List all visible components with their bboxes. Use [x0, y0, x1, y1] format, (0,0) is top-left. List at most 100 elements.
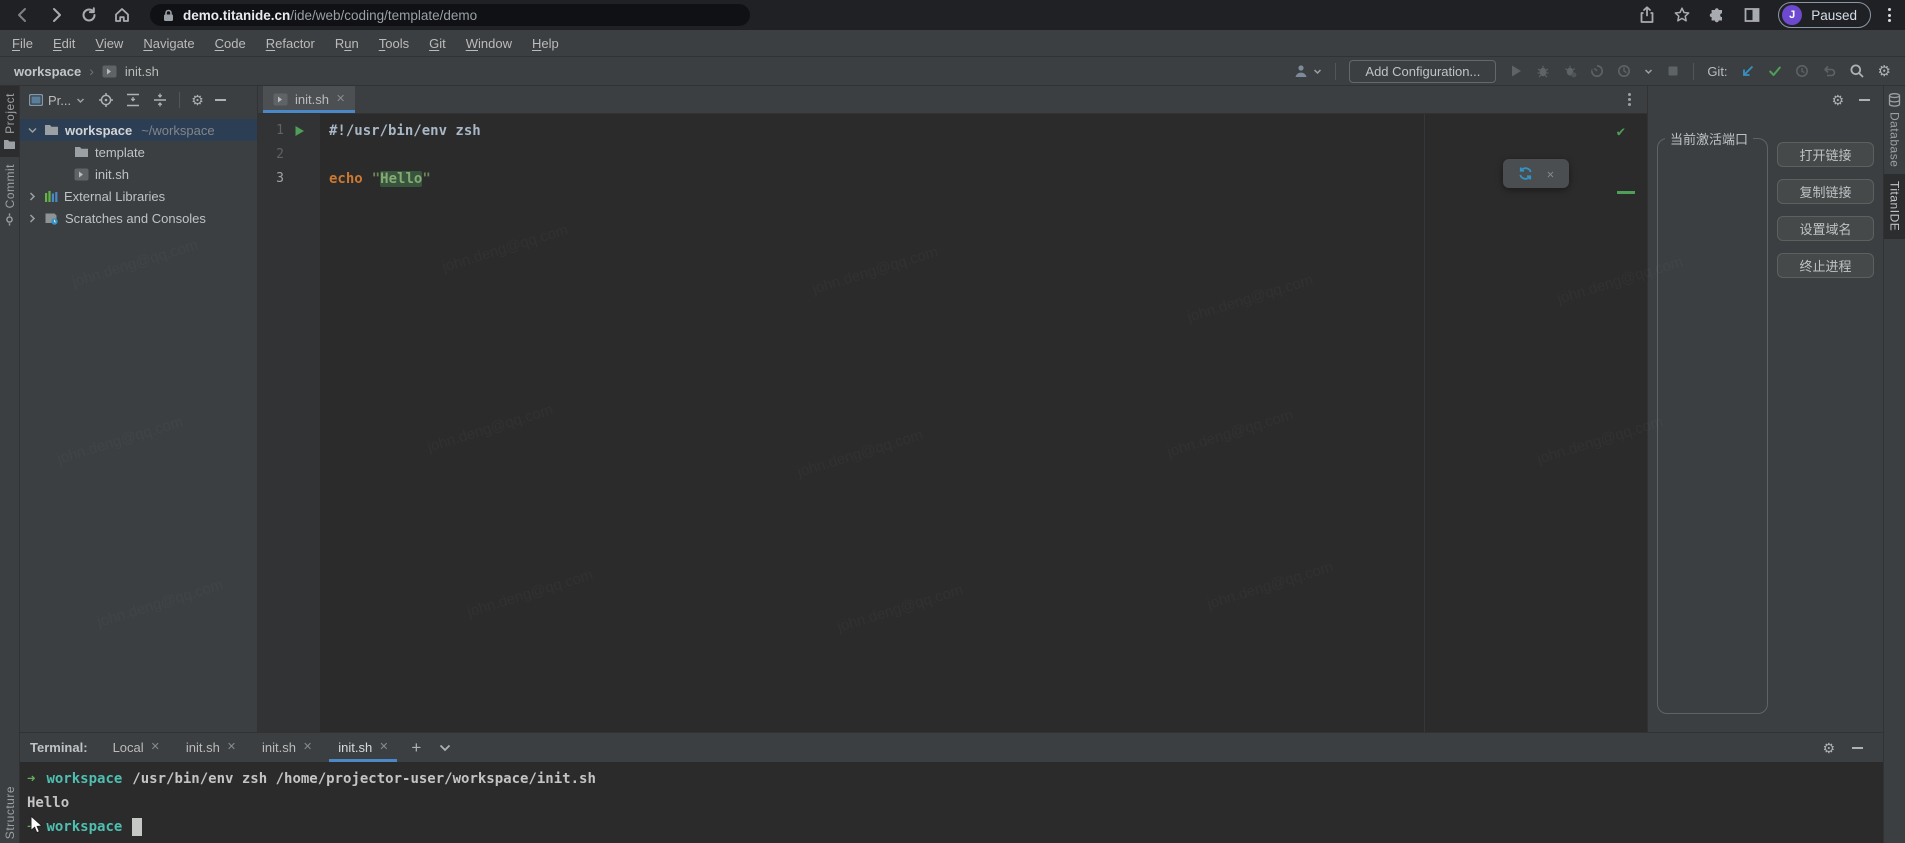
inspections-ok-check-icon[interactable]: ✔: [1617, 120, 1625, 144]
git-commit-check-icon[interactable]: [1768, 64, 1782, 78]
terminal-gear-icon[interactable]: ⚙: [1822, 741, 1835, 755]
project-panel-gear-icon[interactable]: ⚙: [191, 93, 204, 107]
menu-refactor[interactable]: Refactor: [256, 36, 325, 51]
sync-refresh-icon[interactable]: [1518, 166, 1533, 181]
terminal-output[interactable]: ➜ workspace /usr/bin/env zsh /home/proje…: [20, 762, 1883, 843]
chevron-down-icon[interactable]: [27, 125, 38, 136]
tree-row-workspace[interactable]: workspace ~/workspace: [20, 119, 257, 141]
close-tab-icon[interactable]: ✕: [303, 742, 312, 753]
run-icon[interactable]: [1509, 64, 1523, 78]
run-script-play-icon[interactable]: [294, 125, 305, 137]
tree-label: Scratches and Consoles: [65, 211, 206, 226]
set-domain-button[interactable]: 设置域名: [1777, 216, 1874, 241]
breadcrumb: workspace › init.sh: [14, 63, 159, 79]
editor-options-kebab-icon[interactable]: [1628, 93, 1631, 106]
tree-row-external-libraries[interactable]: External Libraries: [20, 185, 257, 207]
close-tab-icon[interactable]: ✕: [151, 742, 160, 753]
expand-collapse-icon[interactable]: [125, 92, 141, 108]
stripe-tab-project[interactable]: Project: [0, 86, 19, 157]
menu-git[interactable]: Git: [419, 36, 456, 51]
terminal-tab-init-sh-3[interactable]: init.sh ✕: [325, 733, 401, 762]
open-link-button[interactable]: 打开链接: [1777, 142, 1874, 167]
terminal-tab-init-sh-2[interactable]: init.sh ✕: [249, 733, 325, 762]
git-update-icon[interactable]: [1741, 64, 1755, 78]
sidebar-icon[interactable]: [1743, 6, 1761, 24]
tree-label: workspace: [65, 123, 132, 138]
close-tab-icon[interactable]: ✕: [227, 742, 236, 753]
close-tab-icon[interactable]: ✕: [336, 94, 345, 105]
search-icon[interactable]: [1849, 63, 1865, 79]
code-content[interactable]: #!/usr/bin/env zsh echo"Hello": [320, 114, 481, 732]
menu-help[interactable]: Help: [522, 36, 569, 51]
menu-edit[interactable]: Edit: [43, 36, 85, 51]
project-view-icon: [29, 94, 43, 106]
project-folder-icon: [3, 139, 16, 150]
profiler-icon[interactable]: [1590, 64, 1604, 78]
terminal-tab-local[interactable]: Local ✕: [100, 733, 173, 762]
shell-file-icon: [102, 65, 117, 78]
rollback-icon[interactable]: [1822, 64, 1836, 78]
stop-icon[interactable]: [1666, 64, 1680, 78]
stripe-tab-database[interactable]: Database: [1884, 86, 1905, 174]
stripe-tab-commit[interactable]: Commit: [0, 157, 19, 233]
menu-navigate[interactable]: Navigate: [133, 36, 204, 51]
menu-code[interactable]: Code: [205, 36, 256, 51]
home-icon[interactable]: [113, 6, 131, 24]
browser-menu-icon[interactable]: [1888, 8, 1891, 22]
project-panel: Pr... ⚙: [20, 86, 258, 732]
stripe-tab-structure[interactable]: Structure: [0, 779, 19, 843]
menu-window[interactable]: Window: [456, 36, 522, 51]
kill-process-button[interactable]: 终止进程: [1777, 253, 1874, 278]
extensions-puzzle-icon[interactable]: [1708, 6, 1726, 24]
share-icon[interactable]: [1638, 6, 1656, 24]
browser-profile-pill[interactable]: J Paused: [1778, 2, 1871, 28]
terminal-tabs-dropdown-icon[interactable]: [431, 733, 459, 762]
hide-ports-panel-icon[interactable]: [1859, 99, 1870, 101]
menu-tools[interactable]: Tools: [369, 36, 419, 51]
ports-panel-gear-icon[interactable]: ⚙: [1831, 93, 1844, 107]
forward-icon[interactable]: [47, 6, 65, 24]
breadcrumb-file[interactable]: init.sh: [125, 64, 159, 79]
dismiss-popup-icon[interactable]: ✕: [1547, 162, 1554, 186]
new-terminal-tab-icon[interactable]: +: [401, 733, 431, 762]
run-options-chevron-icon[interactable]: [1644, 67, 1653, 76]
database-icon: [1888, 93, 1901, 107]
collapse-all-icon[interactable]: [152, 92, 168, 108]
reload-icon[interactable]: [80, 6, 98, 24]
add-configuration-button[interactable]: Add Configuration...: [1349, 60, 1496, 83]
close-tab-icon[interactable]: ✕: [379, 742, 388, 753]
tree-row-template[interactable]: template: [20, 141, 257, 163]
chevron-right-icon[interactable]: [27, 191, 38, 202]
history-clock-icon[interactable]: [1795, 64, 1809, 78]
hide-panel-icon[interactable]: [215, 99, 226, 101]
ports-panel-content: 当前激活端口 打开链接 复制链接 设置域名 终止进程: [1648, 114, 1883, 732]
hide-terminal-icon[interactable]: [1852, 747, 1863, 749]
run-line-gutter[interactable]: [284, 125, 314, 137]
coverage-icon[interactable]: [1563, 64, 1577, 78]
active-ports-label: 当前激活端口: [1665, 129, 1753, 148]
editor-tab-init-sh[interactable]: init.sh ✕: [263, 86, 355, 113]
bookmark-star-icon[interactable]: [1673, 6, 1691, 24]
string-quote: ": [372, 171, 380, 187]
editor-body[interactable]: 1 2 3 #!/usr/bin/env zsh: [258, 114, 1647, 732]
terminal-tab-label: init.sh: [262, 740, 296, 755]
browser-actions: J Paused: [1638, 2, 1891, 28]
back-icon[interactable]: [14, 6, 32, 24]
copy-link-button[interactable]: 复制链接: [1777, 179, 1874, 204]
settings-gear-icon[interactable]: ⚙: [1878, 64, 1891, 79]
menu-view[interactable]: View: [85, 36, 133, 51]
menu-file[interactable]: File: [2, 36, 43, 51]
terminal-tab-init-sh-1[interactable]: init.sh ✕: [173, 733, 249, 762]
address-bar[interactable]: demo.titanide.cn/ide/web/coding/template…: [150, 4, 750, 26]
tree-row-init-sh[interactable]: init.sh: [20, 163, 257, 185]
debug-bug-icon[interactable]: [1536, 64, 1550, 78]
breadcrumb-root[interactable]: workspace: [14, 64, 81, 79]
locate-file-icon[interactable]: [98, 92, 114, 108]
profiler-alt-icon[interactable]: [1617, 64, 1631, 78]
menu-run[interactable]: Run: [325, 36, 369, 51]
project-users-dropdown[interactable]: [1293, 63, 1322, 79]
tree-row-scratches[interactable]: Scratches and Consoles: [20, 207, 257, 229]
chevron-right-icon[interactable]: [27, 213, 38, 224]
project-view-selector[interactable]: Pr...: [29, 93, 85, 108]
stripe-tab-titanide[interactable]: TitanIDE: [1884, 174, 1905, 238]
